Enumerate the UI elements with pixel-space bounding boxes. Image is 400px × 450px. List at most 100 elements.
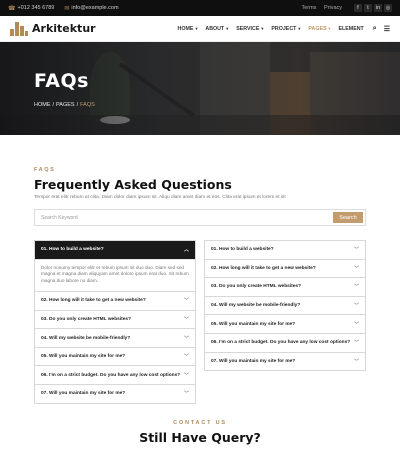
menu-icon[interactable]: ☰ (384, 25, 390, 33)
chevron-down-icon: ﹀ (183, 316, 189, 323)
terms-link[interactable]: Terms (301, 5, 316, 11)
chevron-up-icon: ︿ (183, 247, 189, 254)
contact-eyebrow: CONTACT US (173, 420, 227, 426)
faq-question[interactable]: 03. Do you only create HTML websites? ﹀ (205, 278, 365, 296)
breadcrumb-separator: / (52, 102, 55, 108)
linkedin-icon[interactable]: in (374, 4, 382, 12)
faq-item: 04. Will my website be mobile-friendly? ﹀ (204, 296, 366, 316)
chevron-down-icon: ﹀ (353, 358, 359, 365)
chevron-down-icon: ﹀ (183, 354, 189, 361)
faq-question[interactable]: 04. Will my website be mobile-friendly? ﹀ (35, 329, 195, 347)
breadcrumb-home[interactable]: HOME (34, 102, 51, 108)
question-text: 02. How long will it take to get a new w… (211, 265, 316, 271)
faq-question[interactable]: 05. Will you maintain my site for me? ﹀ (35, 348, 195, 366)
email-address: info@example.com (71, 5, 119, 11)
faq-item: 06. I'm on a strict budget. Do you have … (204, 333, 366, 353)
building-logo-icon (10, 21, 28, 36)
chevron-down-icon: ﹀ (353, 247, 359, 254)
faq-question[interactable]: 04. Will my website be mobile-friendly? ﹀ (205, 297, 365, 315)
breadcrumb: HOME / PAGES / FAQS (34, 102, 95, 108)
facebook-icon[interactable]: f (354, 4, 362, 12)
top-links: Terms Privacy (301, 5, 348, 11)
twitter-icon[interactable]: t (364, 4, 372, 12)
nav-label: HOME (177, 25, 194, 32)
chevron-down-icon: ﹀ (353, 303, 359, 310)
section-intro: Tempor erat elitr rebum at clita. Diam d… (34, 195, 286, 200)
chevron-down-icon: ﹀ (183, 391, 189, 398)
faq-item: 01. How to build a website? ︿ Dolor nonum… (34, 240, 196, 293)
main-menu: HOME ▼ ABOUT ▼ SERVICE ▼ PROJECT ▼ PAGES ▼ EL… (178, 25, 390, 33)
question-text: 07. Will you maintain my site for me? (211, 358, 296, 364)
question-text: 06. I'm on a strict budget. Do you have … (41, 372, 181, 378)
chevron-down-icon: ▼ (194, 26, 199, 31)
faq-question[interactable]: 06. I'm on a strict budget. Do you have … (35, 366, 195, 384)
top-bar-right: Terms Privacy f t in ◎ (301, 4, 392, 12)
chevron-down-icon: ﹀ (183, 335, 189, 342)
question-text: 03. Do you only create HTML websites? (211, 284, 302, 290)
faq-question[interactable]: 03. Do you only create HTML websites? ﹀ (35, 311, 195, 329)
navbar: Arkitektur HOME ▼ ABOUT ▼ SERVICE ▼ PROJECT… (0, 16, 400, 42)
email-item[interactable]: ✉ info@example.com (64, 5, 118, 12)
nav-item-project[interactable]: PROJECT ▼ (271, 26, 301, 32)
search-button[interactable]: Search (333, 212, 363, 223)
faq-question[interactable]: 02. How long will it take to get a new w… (205, 260, 365, 278)
faq-question[interactable]: 07. Will you maintain my site for me? ﹀ (35, 385, 195, 403)
faq-item: 06. I'm on a strict budget. Do you have … (34, 366, 196, 385)
section-eyebrow: FAQS (34, 167, 56, 173)
faq-item: 01. How to build a website? ﹀ (204, 240, 366, 260)
phone-item[interactable]: ☎ +012 345 6789 (8, 5, 54, 12)
nav-item-about[interactable]: ABOUT ▼ (205, 26, 229, 32)
contact-title: Still Have Query? (139, 430, 261, 445)
breadcrumb-pages[interactable]: PAGES (56, 102, 75, 108)
chevron-down-icon: ﹀ (353, 321, 359, 328)
chevron-down-icon: ▼ (225, 26, 230, 31)
question-text: 01. How to build a website? (211, 247, 274, 253)
page-header-banner: FAQs HOME / PAGES / FAQS (0, 42, 400, 135)
chevron-down-icon: ﹀ (183, 372, 189, 379)
faq-item: 05. Will you maintain my site for me? ﹀ (34, 347, 196, 367)
phone-icon: ☎ (8, 5, 16, 12)
faq-item: 03. Do you only create HTML websites? ﹀ (34, 310, 196, 330)
search-input[interactable] (35, 210, 331, 225)
question-text: 01. How to build a website? (41, 247, 104, 253)
question-text: 02. How long will it take to get a new w… (41, 298, 146, 304)
faq-question[interactable]: 01. How to build a website? ︿ (35, 241, 195, 259)
breadcrumb-separator: / (76, 102, 79, 108)
social-links: f t in ◎ (354, 4, 392, 12)
faq-item: 07. Will you maintain my site for me? ﹀ (204, 352, 366, 372)
chevron-down-icon: ﹀ (353, 265, 359, 272)
phone-number: +012 345 6789 (17, 5, 55, 11)
faq-question[interactable]: 05. Will you maintain my site for me? ﹀ (205, 315, 365, 333)
faq-item: 05. Will you maintain my site for me? ﹀ (204, 315, 366, 334)
faq-question[interactable]: 01. How to build a website? ﹀ (205, 241, 365, 259)
nav-label: PROJECT (271, 25, 297, 32)
nav-label: SERVICE (236, 25, 260, 32)
search-icon[interactable]: ⌕ (373, 25, 377, 33)
mail-icon: ✉ (64, 5, 70, 12)
faq-item: 03. Do you only create HTML websites? ﹀ (204, 278, 366, 297)
chevron-down-icon: ▼ (297, 26, 302, 31)
faq-question[interactable]: 06. I'm on a strict budget. Do you have … (205, 334, 365, 352)
logo[interactable]: Arkitektur (10, 21, 96, 36)
chevron-down-icon: ﹀ (353, 284, 359, 291)
question-text: 06. I'm on a strict budget. Do you have … (211, 340, 351, 346)
privacy-link[interactable]: Privacy (324, 5, 342, 11)
faq-question[interactable]: 02. How long will it take to get a new w… (35, 292, 195, 310)
nav-item-service[interactable]: SERVICE ▼ (236, 26, 264, 32)
instagram-icon[interactable]: ◎ (384, 4, 392, 12)
faq-item: 02. How long will it take to get a new w… (34, 292, 196, 311)
question-text: 07. Will you maintain my site for me? (41, 391, 126, 397)
chevron-down-icon: ▼ (327, 26, 332, 31)
faq-question[interactable]: 07. Will you maintain my site for me? ﹀ (205, 353, 365, 371)
nav-item-element[interactable]: ELEMENT (338, 26, 363, 32)
nav-item-home[interactable]: HOME ▼ (178, 26, 199, 32)
chevron-down-icon: ﹀ (183, 298, 189, 305)
section-heading: Frequently Asked Questions (34, 177, 232, 192)
nav-label: PAGES (308, 25, 327, 32)
question-text: 03. Do you only create HTML websites? (41, 316, 132, 322)
nav-item-pages[interactable]: PAGES ▼ (308, 26, 331, 32)
breadcrumb-current: FAQS (80, 102, 95, 108)
faq-column-right: 01. How to build a website? ﹀ 02. How lon… (204, 240, 366, 372)
question-text: 04. Will my website be mobile-friendly? (41, 335, 131, 341)
chevron-down-icon: ▼ (260, 26, 265, 31)
